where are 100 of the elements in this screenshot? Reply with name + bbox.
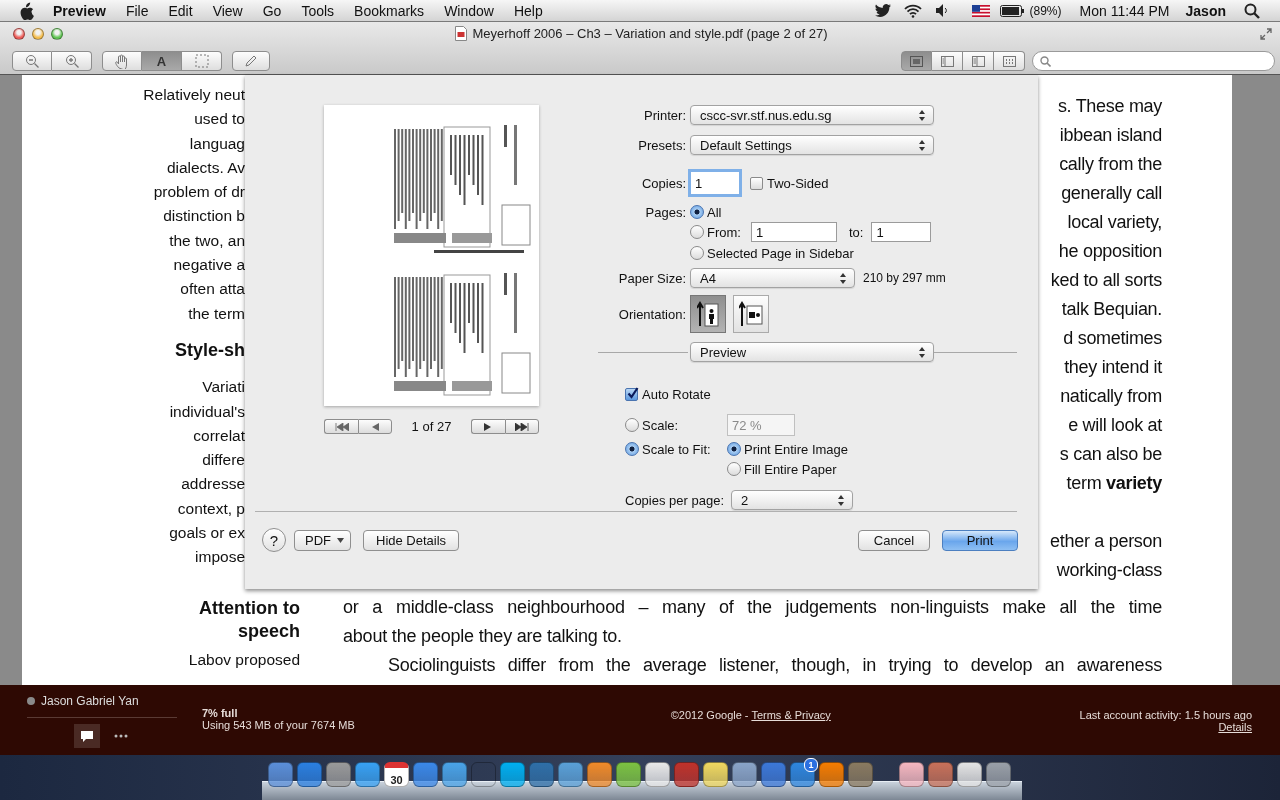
hand-tool-button[interactable] [102,51,142,71]
dialog-button[interactable]: Print [942,529,1018,551]
storage-detail: Using 543 MB of your 7674 MB [202,719,356,731]
chat-contact-name[interactable]: Jason Gabriel Yan [41,694,139,708]
menu-item[interactable]: File [115,2,159,19]
menu-item[interactable]: View [202,2,253,19]
radio-button[interactable] [727,442,741,456]
app-menu[interactable]: Preview [43,2,116,19]
app-icon[interactable] [645,762,670,787]
to-page-field[interactable]: 1 [871,222,932,242]
volume-icon[interactable] [935,4,948,17]
wifi-icon[interactable] [903,3,922,18]
auto-rotate-checkbox[interactable] [625,387,638,401]
search-field[interactable] [1032,51,1275,71]
body-text-line: cally from the [1058,153,1162,176]
checkbox-label: Two-Sided [767,175,829,191]
field-label: Copies per page: [625,492,724,508]
radio-button[interactable] [625,442,639,456]
view-mode-button[interactable] [994,51,1025,71]
apple-logo-icon[interactable] [18,1,34,20]
field-label: Printer: [643,107,686,123]
search-icon[interactable] [1244,2,1260,19]
zoom-in-button[interactable] [52,51,92,71]
minimize-button[interactable] [32,27,44,40]
zoom-in-icon [64,54,79,68]
margin-note-line: used to [193,109,245,130]
paper-size-dropdown[interactable]: A4 [690,268,855,288]
zoom-button[interactable] [51,27,63,40]
paper-dimensions: 210 by 297 mm [863,271,946,285]
app-icon[interactable] [471,762,496,787]
pdf-menu-button[interactable]: PDF [294,529,351,551]
field-label: to: [848,224,864,240]
next-page-button[interactable] [471,419,505,434]
copies-per-page-dropdown[interactable]: 2 [731,490,853,510]
body-text-line: talk Bequian. [1060,298,1162,321]
field-label: Orientation: [617,306,686,322]
body-text-line: about the people they are talking to. [343,625,623,648]
close-button[interactable] [13,27,25,40]
pdf-file-icon [455,26,468,41]
calendar-icon[interactable]: 30 [384,762,409,787]
trash-icon[interactable] [986,762,1011,787]
radio-button[interactable] [690,205,704,219]
radio-button[interactable] [690,246,704,260]
view-mode-button[interactable] [932,51,963,71]
landscape-icon [739,301,763,327]
landscape-orientation-button[interactable] [733,295,769,333]
text-tool-button[interactable]: A [142,51,182,71]
single-page-icon [910,55,923,67]
battery-icon[interactable] [999,4,1024,17]
menu-item[interactable]: Window [434,2,504,19]
status-dot-icon [27,697,35,705]
first-page-icon [334,422,349,431]
chat-button[interactable] [74,724,100,748]
two-sided-checkbox[interactable] [750,176,763,190]
copies-field[interactable]: 1 [690,171,740,195]
more-dots-icon[interactable] [114,734,128,738]
menu-item[interactable]: Tools [291,2,345,19]
field-label: Presets: [637,137,686,153]
dialog-button[interactable]: Cancel [858,529,930,551]
app-icon[interactable] [957,762,982,787]
first-page-button[interactable] [324,419,358,434]
flag-icon[interactable] [971,4,990,17]
select-tool-button[interactable] [182,51,222,71]
details-link[interactable]: Details [1218,721,1252,733]
radio-button[interactable] [727,462,741,476]
app-icon[interactable] [899,762,924,787]
last-page-button[interactable] [505,419,539,434]
field-label: Copies: [640,175,686,191]
section-dropdown[interactable]: Preview [690,342,934,362]
radio-button[interactable] [690,225,704,239]
from-page-field[interactable]: 1 [750,222,837,242]
sidebar-icon [971,55,985,67]
zoom-out-button[interactable] [12,51,52,71]
fullscreen-icon[interactable] [1260,28,1272,40]
portrait-orientation-button[interactable] [690,295,726,333]
updown-arrows-icon [839,272,847,284]
body-text-line: ibbean island [1058,124,1162,147]
margin-heading: Attention to speech [198,597,300,643]
help-button[interactable]: ? [262,528,286,552]
view-mode-button[interactable] [963,51,994,71]
dialog-button[interactable]: Hide Details [363,529,460,551]
annotate-button[interactable] [232,51,270,71]
menu-item[interactable]: Bookmarks [344,2,435,19]
clock[interactable]: Mon 11:44 PM [1069,2,1180,19]
printer-dropdown[interactable]: cscc-svr.stf.nus.edu.sg [690,105,934,125]
bird-icon[interactable] [874,3,892,18]
menu-item[interactable]: Help [503,2,553,19]
body-text-line: they intend it [1063,356,1162,379]
app-icon[interactable] [703,762,728,787]
menu-item[interactable]: Edit [158,2,203,19]
notification-badge: 1 [804,758,818,772]
body-text-line: s. These may [1056,95,1162,118]
presets-dropdown[interactable]: Default Settings [690,135,934,155]
terms-link[interactable]: Terms & Privacy [751,709,831,721]
view-mode-button[interactable] [901,51,932,71]
previous-page-button[interactable] [358,419,392,434]
battery-percentage: (89%) [1028,3,1063,18]
search-icon [1040,55,1051,67]
menu-item[interactable]: Go [252,2,292,19]
user-menu[interactable]: Jason [1179,2,1238,19]
